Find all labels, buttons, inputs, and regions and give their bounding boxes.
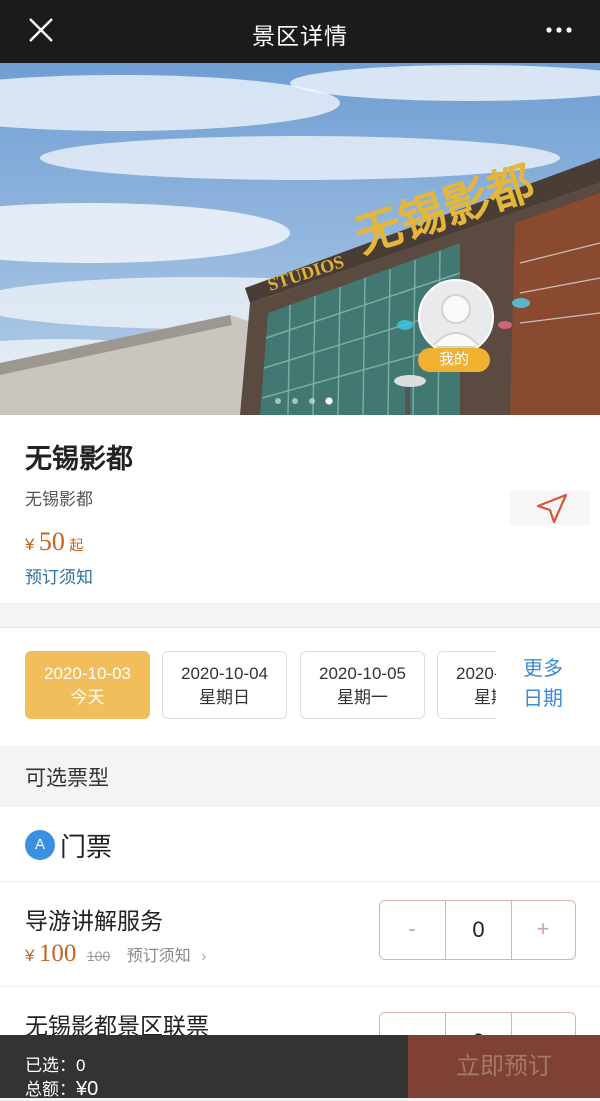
avatar[interactable] bbox=[418, 279, 494, 355]
ticket-item: 导游讲解服务 ¥ 100 100 预订须知 › - 0 + bbox=[0, 882, 600, 987]
bottom-bar: 已选：0 总额：¥0 立即预订 bbox=[0, 1035, 600, 1101]
total-amount: 总额：¥0 bbox=[25, 1075, 98, 1101]
ticket-type-label: 门票 bbox=[60, 832, 113, 862]
spot-info-card: 无锡影都 无锡影都 ¥ 50 起 预订须知 bbox=[0, 415, 600, 603]
navigate-icon bbox=[536, 493, 568, 524]
chevron-right-icon[interactable]: › bbox=[201, 948, 206, 965]
spot-price: ¥ 50 起 bbox=[25, 527, 83, 557]
top-bar: 景区详情 bbox=[0, 0, 600, 63]
date-selector: 2020-10-03 今天 2020-10-04 星期日 2020-10-05 … bbox=[0, 627, 600, 747]
page-dot-active[interactable] bbox=[325, 397, 333, 405]
total-label: 总额： bbox=[25, 1080, 76, 1099]
item-booking-notice[interactable]: 预订须知 bbox=[127, 948, 191, 965]
quantity-value[interactable]: 0 bbox=[445, 901, 512, 959]
ticket-section-header: 可选票型 bbox=[0, 746, 600, 806]
date-option-selected[interactable]: 2020-10-03 今天 bbox=[25, 651, 150, 719]
quantity-stepper: - 0 + bbox=[379, 900, 576, 960]
price-symbol: ¥ bbox=[25, 535, 35, 554]
avatar-tag[interactable]: 我的 bbox=[418, 348, 490, 372]
date-option[interactable]: 2020-10-05 星期一 bbox=[300, 651, 425, 719]
selected-label: 已选： bbox=[25, 1056, 76, 1075]
date-option[interactable]: 2020-10-04 星期日 bbox=[162, 651, 287, 719]
more-icon[interactable] bbox=[544, 20, 574, 40]
ticket-type-icon: A bbox=[25, 830, 55, 860]
date-text: 2020-10-04 bbox=[181, 664, 268, 683]
date-day: 今天 bbox=[70, 688, 105, 707]
date-text: 2020-10-05 bbox=[319, 664, 406, 683]
date-text: 2020-10-03 bbox=[44, 664, 131, 683]
page-dot[interactable] bbox=[309, 398, 315, 404]
date-day: 星期日 bbox=[199, 688, 250, 707]
increment-button[interactable]: + bbox=[511, 901, 575, 959]
page-dot[interactable] bbox=[275, 398, 281, 404]
price-value: 50 bbox=[38, 527, 65, 556]
page-dot[interactable] bbox=[292, 398, 298, 404]
selected-value: 0 bbox=[76, 1056, 86, 1075]
hero-image[interactable]: STUDIOS 无锡影都 我的 bbox=[0, 63, 600, 415]
book-now-button[interactable]: 立即预订 bbox=[408, 1035, 600, 1098]
spot-name: 无锡影都 bbox=[25, 444, 133, 474]
navigate-button[interactable] bbox=[510, 491, 590, 525]
decrement-button[interactable]: - bbox=[380, 901, 444, 959]
more-dates-line1: 更多 bbox=[523, 658, 563, 680]
price-value: 100 bbox=[38, 940, 77, 967]
ticket-type-row[interactable]: A 门票 bbox=[0, 807, 600, 882]
page-title: 景区详情 bbox=[252, 23, 348, 49]
ticket-item-price: ¥ 100 100 预订须知 › bbox=[25, 940, 206, 968]
total-value: ¥0 bbox=[76, 1078, 99, 1100]
more-dates-line2: 日期 bbox=[523, 688, 563, 710]
original-price: 100 bbox=[86, 948, 111, 964]
price-symbol: ¥ bbox=[25, 946, 35, 965]
building-photo: STUDIOS 无锡影都 bbox=[0, 63, 600, 415]
price-suffix: 起 bbox=[69, 537, 84, 553]
more-dates-button[interactable]: 更多 日期 bbox=[508, 654, 578, 714]
section-label: 可选票型 bbox=[25, 767, 109, 790]
spot-address: 无锡影都 bbox=[25, 490, 93, 509]
ticket-item-name: 导游讲解服务 bbox=[25, 908, 163, 934]
booking-notice-link[interactable]: 预订须知 bbox=[25, 563, 93, 588]
date-day: 星期一 bbox=[337, 688, 388, 707]
user-icon bbox=[429, 294, 483, 348]
selected-count: 已选：0 bbox=[25, 1051, 85, 1076]
